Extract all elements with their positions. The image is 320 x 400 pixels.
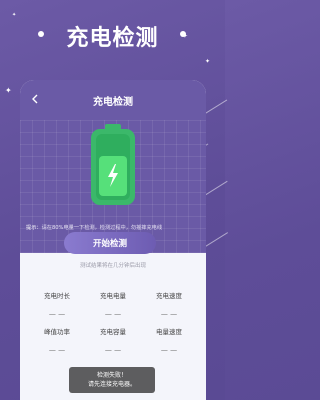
stat-value: — — [48, 310, 66, 318]
tip-content: 请在80%电量一下检测，检测过程中，勿摇摔充电线 [41, 225, 163, 231]
stat-charge-speed: 充电速度 — — [144, 290, 194, 318]
stat-charge-duration: 充电时长 — — [32, 290, 82, 318]
stat-label: 充电速度 [156, 292, 182, 300]
phone-screen: 充电检测 提示：请在80%电量一下检测，检测过程中，勿摇摔充电线 开始检测 测试… [20, 80, 206, 400]
screen-title: 充电检测 [93, 97, 133, 108]
hero-dot-right [180, 31, 186, 37]
sparkle-icon: ✦ [5, 86, 12, 95]
toast-line-2: 请先连接充电器。 [87, 381, 136, 388]
toast-message: 检测失败！ 请先连接充电器。 [69, 367, 155, 393]
stat-peak-power: 峰值功率 — — [32, 326, 82, 354]
result-note: 测试结果将在几分钟后出现 [79, 263, 146, 269]
stat-label: 充电电量 [100, 292, 126, 300]
stat-charge-amount: 充电电量 — — [88, 290, 138, 318]
toast-line-1: 检测失败！ [96, 372, 127, 379]
stat-label: 充电时长 [44, 292, 70, 300]
stat-value: — — [104, 346, 122, 354]
stat-label: 电量速度 [156, 328, 182, 336]
tip-text: 提示：请在80%电量一下检测，检测过程中，勿摇摔充电线 [26, 224, 202, 231]
stat-charge-capacity: 充电容量 — — [88, 326, 138, 354]
stat-value: — — [160, 346, 178, 354]
top-bar: 充电检测 [20, 80, 206, 120]
battery-icon [91, 124, 135, 205]
tip-label: 提示： [26, 225, 42, 231]
sparkle-icon: ✦ [205, 58, 211, 65]
stat-battery-speed: 电量速度 — — [144, 326, 194, 354]
sparkle-icon: ✦ [12, 12, 17, 18]
stat-label: 充电容量 [100, 328, 126, 336]
stat-label: 峰值功率 [44, 328, 70, 336]
hero-title: 充电检测 [66, 26, 159, 51]
start-test-button[interactable]: 开始检测 [64, 232, 156, 254]
stat-value: — — [48, 346, 66, 354]
stat-value: — — [104, 310, 122, 318]
stat-value: — — [160, 310, 178, 318]
